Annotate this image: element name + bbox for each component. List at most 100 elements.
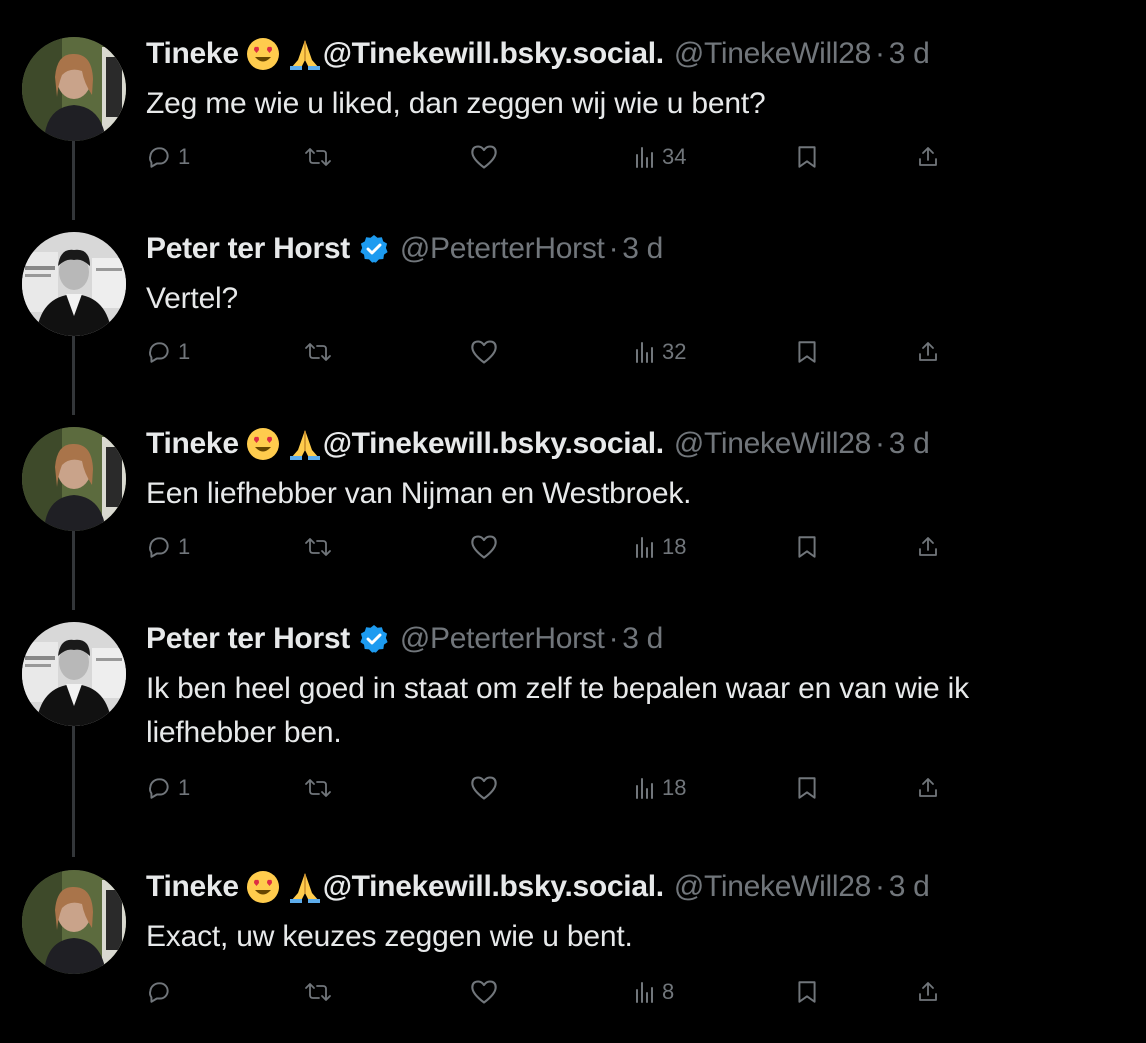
like-button[interactable] bbox=[470, 773, 504, 803]
avatar-tineke[interactable] bbox=[22, 37, 126, 141]
bookmark-button[interactable] bbox=[796, 977, 818, 1007]
views-icon bbox=[636, 537, 653, 558]
retweet-icon bbox=[305, 343, 331, 361]
timestamp[interactable]: 3 d bbox=[889, 37, 930, 71]
retweet-button[interactable] bbox=[304, 532, 338, 562]
share-button[interactable] bbox=[916, 532, 940, 562]
timestamp[interactable]: 3 d bbox=[622, 232, 663, 266]
separator-dot: · bbox=[874, 870, 885, 903]
separator-dot: · bbox=[608, 622, 619, 655]
heart-eyes-emoji-icon bbox=[245, 426, 281, 462]
timestamp[interactable]: 3 d bbox=[889, 870, 930, 904]
bookmark-button[interactable] bbox=[796, 337, 818, 367]
tweet-text: Vertel? bbox=[146, 282, 238, 315]
timestamp[interactable]: 3 d bbox=[622, 622, 663, 656]
reply-button[interactable]: 1 bbox=[146, 142, 190, 172]
conversation-thread: Tineke @Tinekewill.bsky.social. @TinekeW… bbox=[0, 0, 1146, 1043]
thread-connector bbox=[72, 725, 75, 857]
folded-hands-emoji-icon bbox=[287, 36, 323, 72]
timestamp[interactable]: 3 d bbox=[889, 427, 930, 461]
thread-connector bbox=[72, 140, 75, 220]
retweet-button[interactable] bbox=[304, 337, 338, 367]
like-button[interactable] bbox=[470, 532, 504, 562]
reply-button[interactable]: 1 bbox=[146, 532, 190, 562]
display-name[interactable]: Peter ter Horst bbox=[146, 232, 350, 266]
views-button[interactable]: 18 bbox=[634, 532, 686, 562]
views-button[interactable]: 8 bbox=[634, 977, 674, 1007]
reply-icon bbox=[149, 342, 169, 363]
avatar-tineke[interactable] bbox=[22, 427, 126, 531]
action-bar: 1 18 bbox=[146, 532, 946, 562]
tweet-header: Peter ter Horst @PeterterHorst · 3 d bbox=[146, 229, 663, 269]
display-name[interactable]: Tineke bbox=[146, 427, 239, 461]
user-handle[interactable]: @TinekeWill28 bbox=[674, 427, 871, 461]
thread-connector bbox=[72, 335, 75, 415]
bookmark-icon bbox=[798, 341, 816, 363]
display-name[interactable]: Tineke bbox=[146, 870, 239, 904]
like-button[interactable] bbox=[470, 337, 504, 367]
retweet-icon bbox=[305, 779, 331, 797]
bookmark-icon bbox=[798, 536, 816, 558]
views-icon bbox=[636, 982, 653, 1003]
share-button[interactable] bbox=[916, 142, 940, 172]
reply-count: 1 bbox=[178, 775, 191, 800]
separator-dot: · bbox=[874, 427, 885, 460]
bookmark-button[interactable] bbox=[796, 773, 818, 803]
display-name-suffix[interactable]: @Tinekewill.bsky.social. bbox=[323, 870, 664, 904]
retweet-button[interactable] bbox=[304, 142, 338, 172]
display-name[interactable]: Tineke bbox=[146, 37, 239, 71]
reply-icon bbox=[149, 537, 169, 558]
bookmark-button[interactable] bbox=[796, 142, 818, 172]
views-button[interactable]: 18 bbox=[634, 773, 686, 803]
thread-connector bbox=[72, 530, 75, 610]
heart-icon bbox=[471, 535, 497, 559]
share-button[interactable] bbox=[916, 773, 940, 803]
action-bar: 1 18 bbox=[146, 773, 946, 803]
like-button[interactable] bbox=[470, 977, 504, 1007]
retweet-button[interactable] bbox=[304, 773, 338, 803]
retweet-icon bbox=[305, 983, 331, 1001]
reply-count: 1 bbox=[178, 144, 191, 169]
tweet-text: Zeg me wie u liked, dan zeggen wij wie u… bbox=[146, 87, 766, 120]
bookmark-icon bbox=[798, 146, 816, 168]
tweet-header: Peter ter Horst @PeterterHorst · 3 d bbox=[146, 619, 663, 659]
tweet-text: Een liefhebber van Nijman en Westbroek. bbox=[146, 477, 692, 510]
reply-count: 1 bbox=[178, 339, 191, 364]
view-count: 18 bbox=[662, 534, 687, 559]
reply-count: 1 bbox=[178, 534, 191, 559]
display-name-suffix[interactable]: @Tinekewill.bsky.social. bbox=[323, 427, 664, 461]
tweet-header: Tineke @Tinekewill.bsky.social. @TinekeW… bbox=[146, 424, 930, 464]
share-icon bbox=[919, 342, 937, 361]
retweet-button[interactable] bbox=[304, 977, 338, 1007]
reply-button[interactable]: 1 bbox=[146, 773, 190, 803]
reply-button[interactable] bbox=[146, 977, 178, 1007]
avatar-peter[interactable] bbox=[22, 232, 126, 336]
user-handle[interactable]: @TinekeWill28 bbox=[674, 37, 871, 71]
user-handle[interactable]: @PeterterHorst bbox=[400, 622, 605, 656]
display-name[interactable]: Peter ter Horst bbox=[146, 622, 350, 656]
share-button[interactable] bbox=[916, 337, 940, 367]
views-button[interactable]: 34 bbox=[634, 142, 686, 172]
views-button[interactable]: 32 bbox=[634, 337, 686, 367]
bookmark-icon bbox=[798, 777, 816, 799]
bookmark-button[interactable] bbox=[796, 532, 818, 562]
action-bar: 1 32 bbox=[146, 337, 946, 367]
share-button[interactable] bbox=[916, 977, 940, 1007]
user-handle[interactable]: @TinekeWill28 bbox=[674, 870, 871, 904]
verified-badge-icon bbox=[358, 623, 390, 655]
view-count: 34 bbox=[662, 144, 687, 169]
like-button[interactable] bbox=[470, 142, 504, 172]
heart-icon bbox=[471, 340, 497, 364]
folded-hands-emoji-icon bbox=[287, 426, 323, 462]
display-name-suffix[interactable]: @Tinekewill.bsky.social. bbox=[323, 37, 664, 71]
heart-icon bbox=[471, 776, 497, 800]
heart-eyes-emoji-icon bbox=[245, 869, 281, 905]
share-icon bbox=[919, 537, 937, 556]
user-handle[interactable]: @PeterterHorst bbox=[400, 232, 605, 266]
reply-button[interactable]: 1 bbox=[146, 337, 190, 367]
avatar-peter[interactable] bbox=[22, 622, 126, 726]
view-count: 18 bbox=[662, 775, 687, 800]
retweet-icon bbox=[305, 148, 331, 166]
avatar-tineke[interactable] bbox=[22, 870, 126, 974]
share-icon bbox=[919, 982, 937, 1001]
